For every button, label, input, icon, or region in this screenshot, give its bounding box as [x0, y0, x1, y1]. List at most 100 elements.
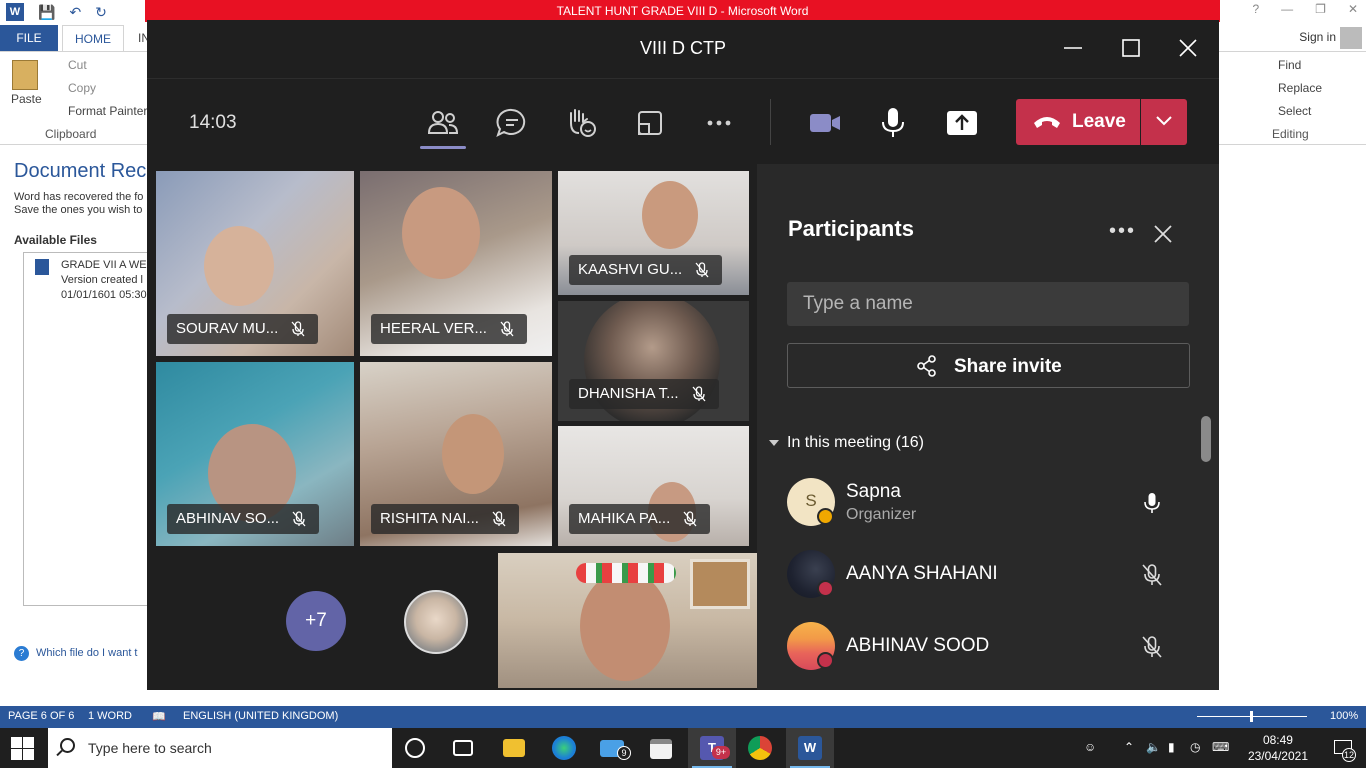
share-screen-icon[interactable] [944, 105, 980, 141]
participant-video-tile[interactable]: SOURAV MU... [156, 171, 354, 356]
close-icon[interactable]: ✕ [1348, 2, 1358, 16]
avatar[interactable] [1340, 27, 1362, 49]
tile-name: HEERAL VER... [380, 320, 487, 337]
in-meeting-section-header[interactable]: In this meeting (16) [769, 434, 924, 452]
zoom-level[interactable]: 100% [1330, 710, 1358, 722]
chrome-icon[interactable] [748, 736, 772, 760]
which-file-help-link[interactable]: Which file do I want t [36, 647, 138, 659]
participant-row[interactable]: AANYA SHAHANI [787, 545, 1187, 605]
edge-icon[interactable] [552, 736, 576, 760]
redo-icon[interactable]: ↻ [95, 4, 107, 21]
cortana-icon[interactable] [405, 738, 425, 758]
meeting-toolbar: 14:03 Leave [147, 78, 1219, 164]
keyboard-icon[interactable]: ⌨ [1212, 740, 1229, 754]
leave-options-button[interactable] [1141, 99, 1187, 145]
participant-video-tile[interactable]: MAHIKA PA... [558, 426, 749, 546]
panel-title: Participants [788, 216, 914, 241]
panel-more-options-icon[interactable]: ••• [1109, 220, 1136, 243]
zoom-slider-thumb[interactable] [1250, 711, 1253, 722]
format-painter-button[interactable]: Format Painter [68, 104, 147, 118]
file-explorer-icon[interactable] [503, 739, 525, 757]
store-icon[interactable] [650, 739, 672, 759]
teams-titlebar: VIII D CTP [147, 20, 1219, 78]
copy-button[interactable]: Copy [68, 81, 96, 95]
cut-button[interactable]: Cut [68, 58, 87, 72]
clock[interactable]: 08:49 23/04/2021 [1248, 732, 1308, 764]
participant-search-input[interactable] [787, 282, 1189, 326]
share-invite-button[interactable]: Share invite [787, 343, 1190, 388]
participant-name: ABHINAV SOOD [846, 635, 990, 656]
page-count[interactable]: PAGE 6 OF 6 [8, 710, 74, 722]
paste-icon[interactable] [12, 60, 38, 90]
participant-video [642, 181, 698, 249]
mic-off-icon [500, 321, 514, 337]
find-button[interactable]: Find [1278, 58, 1301, 72]
participant-row[interactable]: ABHINAV SOOD [787, 617, 1187, 677]
camera-icon[interactable] [807, 105, 843, 141]
participant-video-tile[interactable]: KAASHVI GU... [558, 171, 749, 295]
minimize-icon[interactable] [1061, 36, 1085, 60]
language-indicator[interactable]: ENGLISH (UNITED KINGDOM) [183, 710, 338, 722]
windows-start-icon[interactable] [10, 736, 36, 760]
tab-file[interactable]: FILE [0, 25, 58, 51]
mic-off-icon[interactable] [1140, 635, 1164, 659]
battery-icon[interactable]: ▮ [1168, 740, 1175, 754]
more-participants-badge[interactable]: +7 [286, 591, 346, 651]
clock-time: 08:49 [1262, 733, 1293, 747]
participant-row[interactable]: S Sapna Organizer [787, 473, 1187, 533]
maximize-icon[interactable] [1119, 36, 1143, 60]
sign-in-link[interactable]: Sign in [1299, 30, 1336, 44]
chevron-up-icon[interactable]: ⌃ [1124, 740, 1134, 754]
room-view-icon[interactable] [632, 105, 668, 141]
close-icon[interactable] [1176, 36, 1200, 60]
chat-icon[interactable] [494, 105, 530, 141]
participant-video-tile[interactable]: DHANISHA T... [558, 301, 749, 421]
taskbar-search[interactable]: Type here to search [48, 728, 392, 768]
select-button[interactable]: Select [1278, 104, 1311, 118]
system-tray: ☺ ⌃ 🔈 ▮ ◷ ⌨ 08:49 23/04/2021 12 [1076, 728, 1366, 768]
undo-icon[interactable]: ↶ [69, 4, 81, 21]
leave-button[interactable]: Leave [1016, 99, 1140, 145]
restore-icon[interactable]: ❐ [1315, 2, 1326, 16]
self-video-preview[interactable] [498, 553, 757, 688]
participant-video-tile[interactable]: RISHITA NAI... [360, 362, 552, 546]
leave-button-label: Leave [1072, 111, 1126, 132]
recovered-file-version: Version created l [61, 274, 143, 286]
microphone-icon[interactable] [875, 105, 911, 141]
participants-icon[interactable] [425, 105, 461, 141]
mic-on-icon[interactable] [1140, 491, 1164, 515]
wifi-icon[interactable]: ◷ [1190, 740, 1200, 754]
participant-video-tile[interactable]: HEERAL VER... [360, 171, 552, 356]
minimize-icon[interactable]: — [1281, 2, 1293, 16]
share-icon [917, 355, 936, 377]
busy-status-icon [817, 580, 834, 597]
word-window-controls: ? — ❐ ✕ [1252, 2, 1358, 16]
avatar[interactable] [404, 590, 468, 654]
panel-scrollbar[interactable] [1201, 416, 1211, 462]
clock-date: 23/04/2021 [1247, 749, 1308, 763]
more-actions-icon[interactable] [701, 105, 737, 141]
volume-icon[interactable]: 🔈 [1146, 740, 1161, 754]
participant-video-tile[interactable]: ABHINAV SO... [156, 362, 354, 546]
help-icon[interactable]: ? [1252, 2, 1259, 16]
proofing-icon[interactable]: 📖 [152, 710, 166, 723]
paste-button[interactable]: Paste [11, 92, 42, 106]
save-icon[interactable]: 💾 [38, 4, 55, 21]
mic-off-icon [492, 511, 506, 527]
task-view-icon[interactable] [453, 740, 473, 756]
tab-home[interactable]: HOME [62, 25, 124, 51]
mic-off-icon [695, 262, 709, 278]
meeting-title: VIII D CTP [639, 38, 726, 58]
replace-button[interactable]: Replace [1278, 81, 1322, 95]
teams-taskbar-button[interactable]: T 9+ [688, 728, 736, 768]
recovered-file-name[interactable]: GRADE VII A WEB [61, 259, 154, 271]
share-invite-label: Share invite [954, 356, 1062, 377]
word-count[interactable]: 1 WORD [88, 710, 132, 722]
word-taskbar-button[interactable]: W [786, 728, 834, 768]
people-icon[interactable]: ☺ [1084, 740, 1096, 754]
raise-hand-icon[interactable] [563, 105, 599, 141]
mic-off-icon[interactable] [1140, 563, 1164, 587]
chevron-down-icon [1156, 116, 1172, 126]
close-icon[interactable] [1153, 224, 1173, 244]
clipboard-group-label: Clipboard [45, 127, 97, 141]
